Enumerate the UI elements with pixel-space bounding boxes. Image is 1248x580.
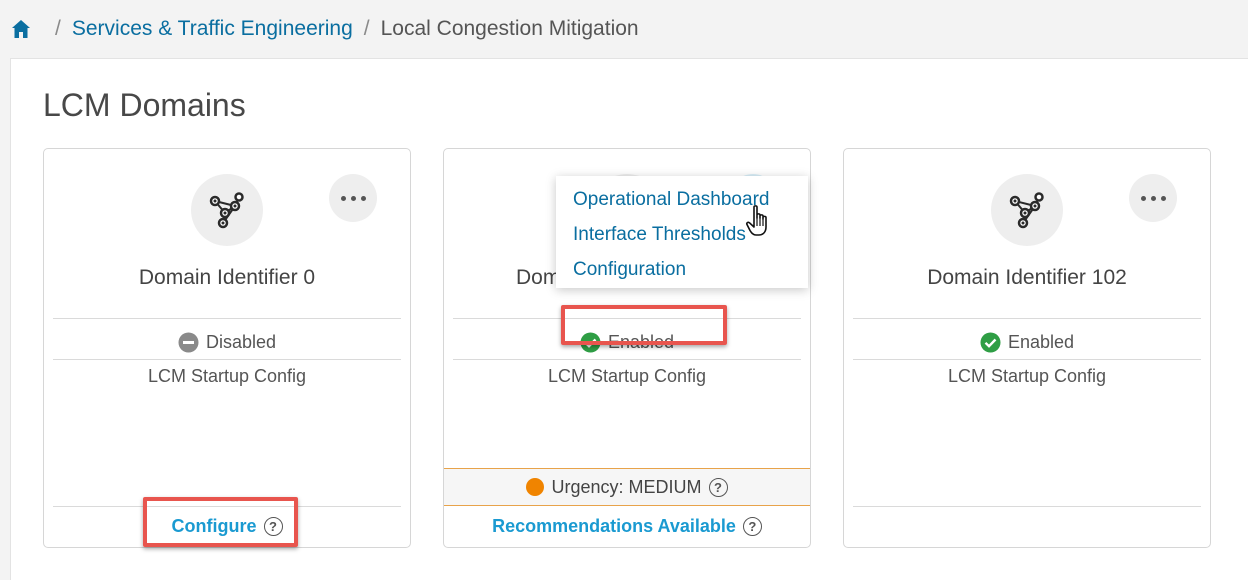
domain-name: Domain Identifier 102 <box>927 266 1127 289</box>
recommendations-link-label: Recommendations Available <box>492 515 736 536</box>
urgency-label: Urgency: MEDIUM <box>551 476 702 497</box>
hand-pointer-icon <box>746 205 767 236</box>
configure-link[interactable]: Configure ? <box>44 511 410 541</box>
divider <box>453 359 801 360</box>
check-circle-icon <box>580 332 601 352</box>
urgency-badge: Urgency: MEDIUM ? <box>444 468 810 506</box>
help-icon[interactable]: ? <box>263 516 283 536</box>
startup-config-label: LCM Startup Config <box>547 366 707 386</box>
configure-link-label: Configure <box>171 515 257 536</box>
breadcrumb-current: Local Congestion Mitigation <box>380 17 639 40</box>
divider <box>53 359 401 360</box>
urgency-dot-icon <box>526 478 545 496</box>
more-options-button[interactable] <box>329 174 377 222</box>
check-circle-icon <box>980 332 1001 352</box>
status-badge: Disabled <box>44 327 410 357</box>
menu-item-configuration[interactable]: Configuration <box>556 252 808 287</box>
startup-config-label: LCM Startup Config <box>147 366 307 386</box>
main-panel: LCM Domains Domain Identifier 0 Disabled… <box>10 58 1248 580</box>
status-badge: Enabled <box>444 327 810 357</box>
breadcrumb-separator: / <box>363 17 370 40</box>
help-icon[interactable]: ? <box>708 477 728 497</box>
divider <box>853 359 1201 360</box>
recommendations-link[interactable]: Recommendations Available ? <box>444 511 810 541</box>
more-horizontal-icon <box>1140 195 1166 201</box>
status-label: Disabled <box>205 331 277 352</box>
domain-card: Domain Identifier 0 Disabled LCM Startup… <box>43 148 411 548</box>
divider <box>53 318 401 319</box>
breadcrumb-services-link[interactable]: Services & Traffic Engineering <box>72 17 353 41</box>
status-label: Enabled <box>607 331 675 352</box>
divider <box>853 506 1201 507</box>
startup-config-label: LCM Startup Config <box>947 366 1107 386</box>
domain-name: Domain Identifier 0 <box>138 266 316 289</box>
divider <box>453 318 801 319</box>
status-label: Enabled <box>1007 331 1075 352</box>
topology-icon <box>991 174 1063 246</box>
more-options-button[interactable] <box>1129 174 1177 222</box>
minus-circle-icon <box>178 332 199 352</box>
divider <box>53 506 401 507</box>
breadcrumb-separator: / <box>55 17 61 40</box>
status-badge: Enabled <box>844 327 1210 357</box>
home-icon[interactable] <box>10 18 32 40</box>
more-horizontal-icon <box>340 195 366 201</box>
page-title: LCM Domains <box>43 87 246 123</box>
domain-card: Domain Identifier 102 Enabled LCM Startu… <box>843 148 1211 548</box>
topology-icon <box>191 174 263 246</box>
help-icon[interactable]: ? <box>742 516 762 536</box>
breadcrumb: / Services & Traffic Engineering / Local… <box>0 0 1248 58</box>
divider <box>853 318 1201 319</box>
